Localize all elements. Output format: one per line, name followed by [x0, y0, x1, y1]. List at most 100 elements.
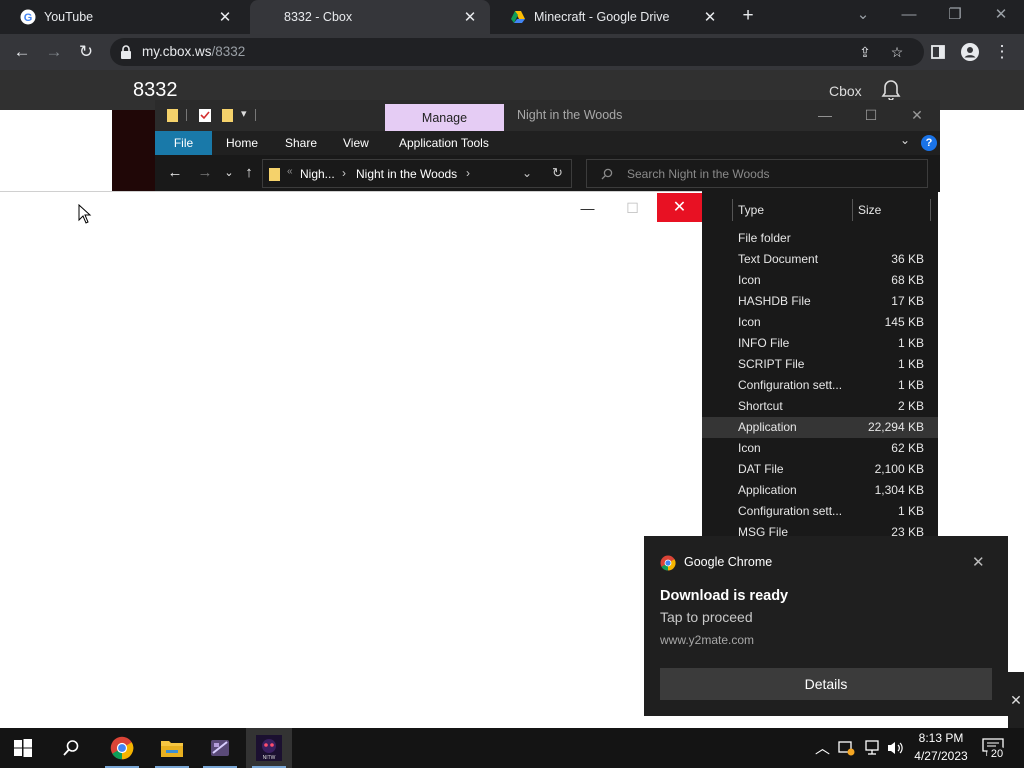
close-icon[interactable]: ✕ [217, 8, 233, 26]
tab-google-drive[interactable]: Minecraft - Google Drive ✕ [490, 0, 730, 34]
close-icon[interactable]: ✕ [972, 553, 985, 571]
address-dropdown-chevron-icon[interactable]: ⌄ [522, 166, 532, 180]
back-arrow-icon[interactable]: ← [165, 163, 185, 183]
tab-share[interactable]: Share [285, 131, 317, 155]
reload-icon[interactable]: ↻ [73, 39, 99, 65]
notification-title: Download is ready [660, 588, 789, 604]
recent-locations-chevron-icon[interactable]: ⌄ [219, 163, 239, 183]
refresh-icon[interactable]: ↻ [552, 165, 563, 181]
video-editor-icon[interactable] [197, 728, 243, 768]
file-list-row[interactable]: Configuration sett... 1 KB [702, 501, 938, 522]
close-icon[interactable]: ✕ [702, 8, 718, 26]
file-list-row[interactable]: Application 22,294 KB [702, 417, 938, 438]
forward-arrow-icon[interactable]: → [41, 39, 67, 65]
explorer-file-list: Type Size File folder Text Document 36 KB I… [702, 192, 938, 538]
file-explorer-icon[interactable] [149, 728, 195, 768]
chrome-icon[interactable] [99, 728, 145, 768]
network-icon[interactable] [863, 740, 881, 756]
file-type: Icon [738, 315, 761, 329]
tab-manage[interactable]: Manage [385, 104, 504, 131]
taskbar-clock-date[interactable]: 4/27/2023 [910, 749, 972, 763]
tab-title: Minecraft - Google Drive [534, 10, 670, 24]
cbox-brand[interactable]: Cbox [829, 83, 862, 99]
breadcrumb-parent[interactable]: Nigh... [300, 167, 335, 181]
explorer-address-bar[interactable]: « Nigh... › Night in the Woods › ⌄ ↻ [262, 159, 572, 188]
hidden-notification-close-icon[interactable]: ✕ [1008, 672, 1024, 728]
column-divider[interactable] [930, 199, 931, 221]
bell-icon[interactable] [879, 78, 903, 102]
file-size: 1 KB [897, 504, 924, 518]
file-list-row[interactable]: INFO File 1 KB [702, 333, 938, 354]
file-list-row[interactable]: SCRIPT File 1 KB [702, 354, 938, 375]
maximize-icon[interactable]: ☐ [610, 194, 655, 222]
taskbar-clock-time[interactable]: 8:13 PM [910, 731, 972, 745]
lock-icon[interactable] [120, 45, 132, 59]
file-type: DAT File [738, 462, 784, 476]
new-tab-button[interactable]: + [737, 6, 759, 28]
mouse-cursor-icon [78, 204, 92, 224]
minimize-icon[interactable]: — [811, 105, 839, 125]
file-list-row[interactable]: Shortcut 2 KB [702, 396, 938, 417]
chrome-menu-icon[interactable]: ⋮ [989, 39, 1015, 65]
up-arrow-icon[interactable]: ↑ [239, 163, 259, 183]
close-window-icon[interactable]: ✕ [986, 4, 1016, 28]
tab-search-chevron-icon[interactable]: ⌄ [848, 4, 878, 28]
search-icon [601, 168, 613, 180]
file-list-row[interactable]: Configuration sett... 1 KB [702, 375, 938, 396]
maximize-icon[interactable]: ☐ [857, 105, 885, 125]
column-divider[interactable] [852, 199, 853, 221]
address-bar[interactable]: my.cbox.ws/8332 ⇪ ☆ [110, 38, 924, 66]
tab-application-tools[interactable]: Application Tools [399, 131, 489, 155]
new-folder-icon[interactable] [221, 108, 235, 122]
column-type[interactable]: Type [738, 203, 764, 217]
chrome-notification[interactable]: Google Chrome ✕ Download is ready Tap to… [644, 536, 1008, 716]
file-list-header: Type Size [702, 197, 938, 223]
minimize-icon[interactable]: — [894, 4, 924, 28]
file-type: Configuration sett... [738, 378, 843, 392]
tab-file[interactable]: File [155, 131, 212, 155]
share-icon[interactable]: ⇪ [856, 43, 874, 61]
column-size[interactable]: Size [858, 203, 881, 217]
file-size: 17 KB [891, 294, 924, 308]
file-list-row[interactable]: DAT File 2,100 KB [702, 459, 938, 480]
quick-access-dropdown-icon[interactable]: ▾ [241, 107, 247, 120]
restore-icon[interactable]: ❐ [940, 4, 970, 28]
close-icon[interactable]: ✕ [903, 105, 931, 125]
windows-start-icon[interactable] [0, 728, 46, 768]
tab-view[interactable]: View [343, 131, 369, 155]
file-list-row[interactable]: HASHDB File 17 KB [702, 291, 938, 312]
tab-home[interactable]: Home [226, 131, 258, 155]
breadcrumb-current[interactable]: Night in the Woods [356, 167, 457, 181]
bookmark-star-icon[interactable]: ☆ [888, 43, 906, 61]
folder-icon[interactable] [166, 108, 180, 122]
back-arrow-icon[interactable]: ← [9, 39, 35, 65]
explorer-search-input[interactable]: Search Night in the Woods [586, 159, 928, 188]
file-list-row[interactable]: Icon 62 KB [702, 438, 938, 459]
details-button[interactable]: Details [660, 668, 992, 700]
search-icon[interactable] [48, 728, 94, 768]
side-panel-icon[interactable] [925, 39, 951, 65]
security-alert-icon[interactable] [838, 740, 856, 756]
forward-arrow-icon[interactable]: → [195, 163, 215, 183]
minimize-icon[interactable]: — [565, 194, 610, 222]
tab-youtube[interactable]: G YouTube ✕ [0, 0, 245, 34]
properties-icon[interactable] [198, 108, 212, 122]
volume-icon[interactable] [887, 740, 905, 756]
close-icon[interactable]: ✕ [462, 8, 478, 26]
file-list-row[interactable]: File folder [702, 228, 938, 249]
ribbon-expand-chevron-icon[interactable]: ⌄ [900, 133, 910, 147]
breadcrumb-overflow-icon[interactable]: « [287, 166, 293, 177]
help-icon[interactable]: ? [921, 135, 937, 151]
close-icon[interactable]: ✕ [657, 193, 702, 222]
tab-cbox[interactable]: 8332 - Cbox ✕ [250, 0, 490, 34]
nitw-game-icon[interactable]: NITW [246, 728, 292, 768]
breadcrumb-separator-icon: › [342, 166, 346, 180]
show-hidden-icons-chevron-icon[interactable]: ︿ [815, 737, 830, 758]
file-list-row[interactable]: Icon 145 KB [702, 312, 938, 333]
file-list-row[interactable]: Icon 68 KB [702, 270, 938, 291]
profile-icon[interactable] [957, 39, 983, 65]
file-list-row[interactable]: Application 1,304 KB [702, 480, 938, 501]
column-divider[interactable] [732, 199, 733, 221]
breadcrumb-separator-icon: › [466, 166, 470, 180]
file-list-row[interactable]: Text Document 36 KB [702, 249, 938, 270]
